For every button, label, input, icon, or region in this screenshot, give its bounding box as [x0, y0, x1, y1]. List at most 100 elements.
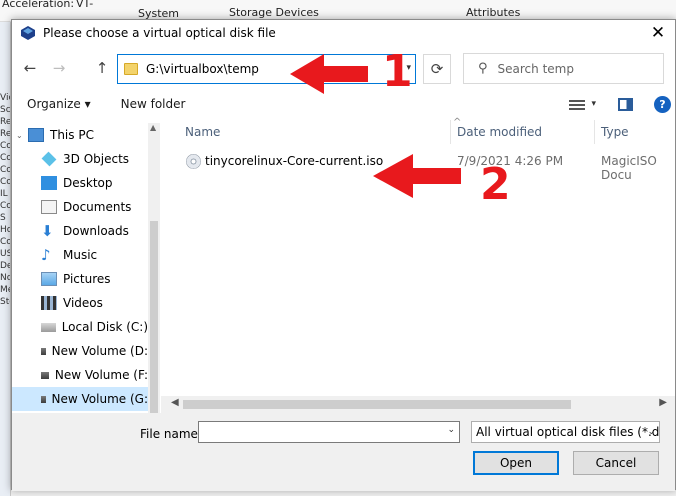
- cancel-button[interactable]: Cancel: [573, 451, 659, 475]
- chevron-down-icon[interactable]: ⌄: [16, 131, 28, 140]
- file-list-horizontal-scrollbar[interactable]: ◀ ▶: [161, 396, 675, 413]
- documents-icon: [41, 200, 57, 214]
- nav-item-documents[interactable]: Documents: [12, 195, 148, 219]
- up-button[interactable]: ↑: [93, 59, 111, 77]
- title-bar: Please choose a virtual optical disk fil…: [12, 20, 675, 45]
- nav-item-new-volume-g[interactable]: New Volume (G:: [12, 387, 148, 411]
- nav-item-local-disk-c[interactable]: Local Disk (C:): [12, 315, 148, 339]
- nav-item-videos[interactable]: Videos: [12, 291, 148, 315]
- open-button[interactable]: Open: [473, 451, 559, 475]
- nav-item-label: Pictures: [63, 272, 111, 286]
- scroll-up-icon[interactable]: ▲: [150, 123, 156, 132]
- nav-item-3d-objects[interactable]: 3D Objects: [12, 147, 148, 171]
- nav-item-label: New Volume (D:: [51, 344, 148, 358]
- annotation-arrow-2: [373, 154, 461, 198]
- nav-item-label: Documents: [63, 200, 132, 214]
- scrollbar-thumb[interactable]: [183, 400, 571, 409]
- search-input[interactable]: ⚲ Search temp: [463, 53, 664, 84]
- new-folder-button[interactable]: New folder: [121, 97, 186, 111]
- background-label: Storage Devices: [229, 6, 319, 19]
- download-icon: ⬇: [41, 222, 54, 240]
- chevron-down-icon[interactable]: ▾: [591, 99, 596, 109]
- up-arrow-icon: ↑: [95, 59, 109, 77]
- background-fragment: Co: [0, 153, 11, 163]
- scroll-left-icon[interactable]: ◀: [171, 397, 179, 408]
- help-icon[interactable]: ?: [654, 95, 671, 113]
- chevron-down-icon[interactable]: ⌄: [447, 425, 455, 435]
- background-fragment: Co: [0, 237, 11, 247]
- nav-item-music[interactable]: ♪ Music: [12, 243, 148, 267]
- background-fragment: De: [0, 261, 10, 271]
- background-fragment: Re: [0, 129, 11, 139]
- pc-icon: [28, 128, 44, 142]
- chevron-down-icon[interactable]: ⌄: [647, 422, 655, 442]
- file-type-filter-select[interactable]: All virtual optical disk files (*.dr ⌄: [471, 421, 660, 443]
- background-fragment: Co: [0, 141, 11, 151]
- file-type-filter-value: All virtual optical disk files (*.dr: [476, 425, 660, 439]
- scrollbar-thumb[interactable]: [150, 221, 158, 413]
- column-header-type[interactable]: Type: [601, 125, 629, 139]
- nav-item-label: Desktop: [63, 176, 113, 190]
- nav-item-new-volume-f[interactable]: New Volume (F:: [12, 363, 148, 387]
- folder-icon: [124, 63, 138, 75]
- nav-item-new-volume-d[interactable]: New Volume (D:: [12, 339, 148, 363]
- column-divider[interactable]: [450, 120, 451, 144]
- background-fragment: S: [0, 213, 6, 223]
- nav-item-pictures[interactable]: Pictures: [12, 267, 148, 291]
- nav-item-label: New Volume (G:: [51, 392, 148, 406]
- background-fragment: Co: [0, 165, 11, 175]
- scroll-right-icon[interactable]: ▶: [659, 397, 667, 408]
- cancel-button-label: Cancel: [595, 456, 637, 470]
- close-icon: ✕: [650, 22, 666, 43]
- file-name-label: File name:: [140, 427, 202, 441]
- organize-button[interactable]: Organize ▾: [27, 97, 91, 111]
- background-fragment: Me: [0, 285, 10, 295]
- column-header-name[interactable]: Name: [185, 125, 220, 139]
- view-options-icon[interactable]: [569, 98, 586, 110]
- background-fragment: Vic: [0, 93, 10, 103]
- file-name-field[interactable]: ⌄: [198, 421, 460, 443]
- background-fragment: Re: [0, 117, 11, 127]
- refresh-button[interactable]: ⟳: [423, 54, 451, 84]
- background-label: VT-: [76, 0, 94, 10]
- background-label: Attributes: [466, 6, 521, 19]
- nav-pane-scrollbar[interactable]: ▲: [148, 123, 160, 413]
- virtualbox-icon: [21, 25, 35, 40]
- background-fragment: Sto: [0, 297, 10, 307]
- background-side-panel: Vic Sc Re Re Co Co Co Co IL Co S Ho Co U…: [0, 22, 11, 496]
- preview-pane-icon[interactable]: [618, 97, 633, 111]
- cube-icon: [41, 151, 57, 167]
- drive-icon: [41, 395, 46, 403]
- annotation-number-1: 1: [382, 46, 413, 97]
- open-button-label: Open: [499, 456, 533, 470]
- disc-image-icon: [186, 154, 201, 169]
- address-path: G:\virtualbox\temp: [146, 62, 259, 76]
- refresh-icon: ⟳: [430, 60, 444, 78]
- forward-button[interactable]: →: [50, 59, 68, 77]
- nav-item-desktop[interactable]: Desktop: [12, 171, 148, 195]
- toolbar-right-group: ▾ ?: [569, 92, 675, 116]
- nav-item-downloads[interactable]: ⬇ Downloads: [12, 219, 148, 243]
- file-name: tinycorelinux-Core-current.iso: [205, 154, 384, 168]
- videos-icon: [41, 296, 57, 310]
- background-fragment: IL: [0, 189, 8, 199]
- column-divider[interactable]: [594, 120, 595, 144]
- nav-item-label: Music: [63, 248, 98, 262]
- nav-item-label: This PC: [50, 128, 94, 142]
- drive-icon: [41, 322, 56, 332]
- navigation-pane: ⌄ This PC 3D Objects Desktop Documents ⬇…: [12, 123, 148, 413]
- nav-item-label: Local Disk (C:): [61, 320, 148, 334]
- drive-icon: [41, 371, 49, 379]
- address-bar[interactable]: G:\virtualbox\temp ▾: [117, 54, 416, 84]
- background-fragment: US: [0, 249, 10, 259]
- search-placeholder: Search temp: [497, 61, 574, 76]
- background-fragment: Sc: [0, 105, 11, 115]
- dialog-title: Please choose a virtual optical disk fil…: [43, 25, 276, 40]
- nav-item-this-pc[interactable]: ⌄ This PC: [12, 123, 148, 147]
- pictures-icon: [41, 272, 57, 286]
- back-button[interactable]: ←: [21, 59, 39, 77]
- close-button[interactable]: ✕: [641, 20, 675, 45]
- dialog-footer: File name: ⌄ All virtual optical disk fi…: [12, 413, 675, 491]
- drive-icon: [41, 347, 46, 355]
- column-header-date-modified[interactable]: Date modified: [457, 125, 542, 139]
